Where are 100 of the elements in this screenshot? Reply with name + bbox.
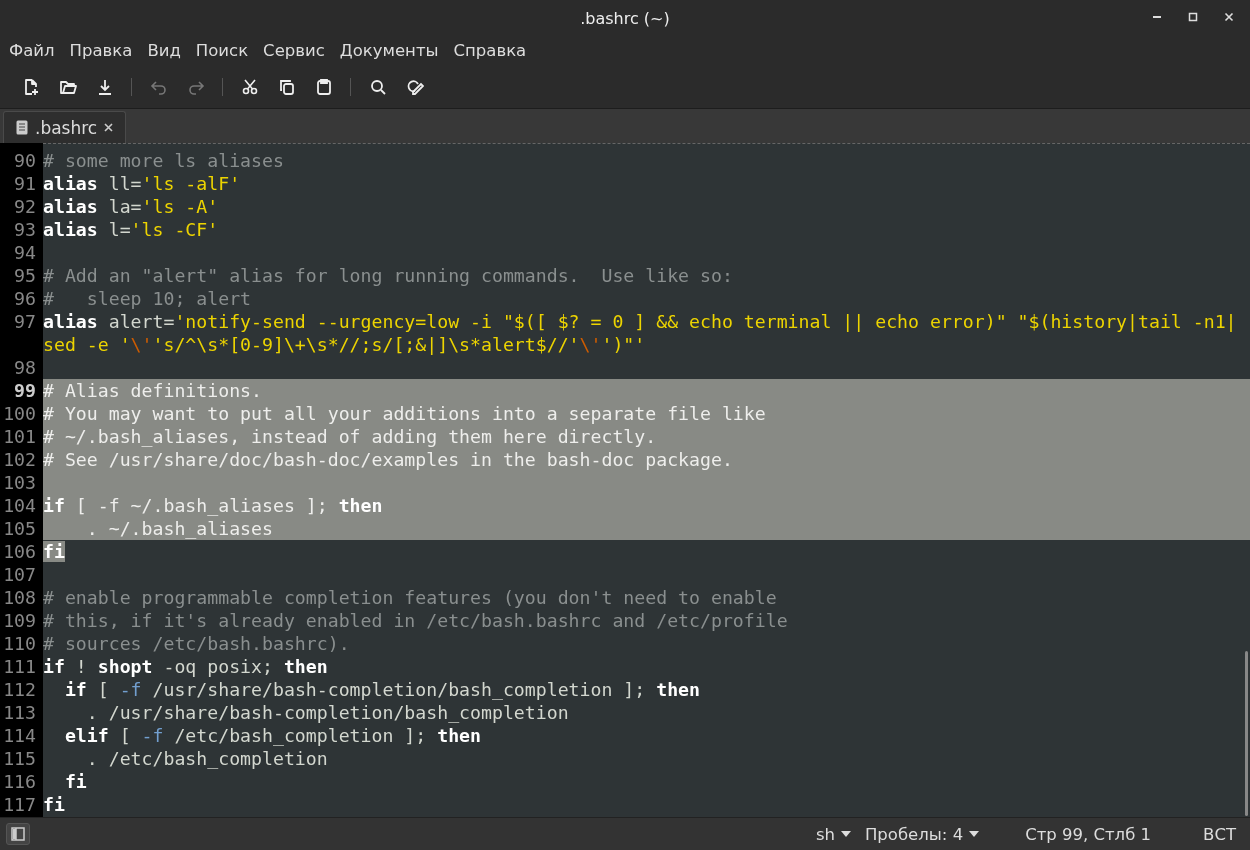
insert-mode[interactable]: ВСТ [1203,824,1236,844]
line-number: 97 [13,310,37,333]
line-number: 106 [2,540,37,563]
menu-item[interactable]: Поиск [195,40,249,60]
line-number: 103 [2,471,37,494]
code-text: [ -f ~/.bash_aliases ]; [74,495,329,516]
code-text: -oq posix; [162,656,274,677]
code-comment: # ~/.bash_aliases, instead of adding them here directly. [43,426,657,447]
maximize-icon[interactable] [1188,12,1198,22]
caret-icon [840,831,851,837]
line-number: 105 [2,517,37,540]
code-text: . /etc/bash_completion [85,748,328,769]
line-number: 99 [13,379,37,402]
line-number: 111 [2,655,37,678]
code-option: -f [119,679,142,700]
code-text: . ~/.bash_aliases [85,518,273,539]
scrollbar[interactable] [1245,651,1248,816]
indent-dropdown[interactable]: Пробелы: 4 [864,824,980,844]
line-number: 94 [13,241,37,264]
search-pencil-icon[interactable] [405,78,424,96]
code-text: alert= [107,311,175,332]
code-string: 'ls -alF' [141,173,241,194]
menu-item[interactable]: Файл [9,40,55,60]
code-keyword: then [437,725,482,746]
line-number: 100 [2,402,37,425]
code-comment: # some more ls aliases [43,150,284,171]
caret-icon [969,831,980,837]
line-number: 116 [2,770,37,793]
line-number: 91 [13,172,37,195]
search-icon[interactable] [368,78,387,96]
code-text: /usr/share/bash-completion/bash_completion ]; [151,679,647,700]
line-number: 98 [13,356,37,379]
code-text: [ [96,679,110,700]
code-keyword: if [43,495,65,516]
code-comment: # See /usr/share/doc/bash-doc/examples in the bash-doc package. [43,449,733,470]
sidebar-toggle-button[interactable] [6,823,30,845]
code-text: /etc/bash_completion ]; [173,725,428,746]
code-escape: \' [579,334,602,355]
code-text: ! [74,656,88,677]
line-number: 112 [2,678,37,701]
code-keyword: fi [63,771,87,792]
code-keyword: if [63,679,87,700]
line-number: 102 [2,448,37,471]
code-comment: # Alias definitions. [43,380,262,401]
code-string: 'ls -CF' [130,219,219,240]
menu-item[interactable]: Справка [453,40,527,60]
folder-icon[interactable] [58,78,77,96]
line-number: 104 [2,494,37,517]
code-comment: # sleep 10; alert [43,288,252,309]
code-keyword: elif [63,725,109,746]
code-keyword: alias [43,173,98,194]
menu-item[interactable]: Сервис [263,40,325,60]
code-keyword: then [338,495,383,516]
code-keyword: then [283,656,328,677]
line-number: 101 [2,425,37,448]
code-comment: # sources /etc/bash.bashrc). [43,633,350,654]
code-keyword: then [656,679,701,700]
menu-item[interactable]: Вид [147,40,181,60]
line-number: 96 [13,287,37,310]
scissors-icon[interactable] [240,78,259,96]
code-escape: \' [130,334,153,355]
code-comment: # this, if it's already enabled in /etc/bash.bashrc and /etc/profile [43,610,788,631]
code-text: la= [107,196,142,217]
menu-item[interactable]: Документы [339,40,439,60]
code-keyword: alias [43,196,98,217]
code-keyword: shopt [97,656,153,677]
code-text: . /usr/share/bash-completion/bash_completion [85,702,569,723]
line-number: 113 [2,701,37,724]
code-text: [ [118,725,132,746]
code-string: 's/^\s*[0-9]\+\s*//;s/[;&|]\s*alert$//' [152,334,580,355]
line-number: 90 [13,149,37,172]
code-text: l= [107,219,131,240]
language-dropdown[interactable]: sh [815,824,851,844]
code-comment: # enable programmable completion features (you don't need to enable [43,587,777,608]
line-number: 108 [2,586,37,609]
line-number: 110 [2,632,37,655]
close-icon[interactable] [1224,12,1234,22]
menu-item[interactable]: Правка [69,40,133,60]
line-number: 95 [13,264,37,287]
code-string: ')"' [601,334,646,355]
code-string: 'notify-send --urgency=low -i "$([ $? = 0 ] && echo terminal || echo error)" "$(history|tail -n1| [174,311,1237,332]
code-string: 'ls -A' [141,196,219,217]
code-keyword: alias [43,311,98,332]
line-number: 109 [2,609,37,632]
document-tab[interactable]: .bashrc [3,111,127,143]
copy-icon[interactable] [277,78,296,96]
document-icon [16,120,28,135]
code-text: ll= [107,173,142,194]
line-number: 93 [13,218,37,241]
code-string: sed -e ' [43,334,131,355]
close-icon[interactable] [104,123,114,132]
line-number: 117 [2,793,37,816]
code-comment: # Add an "alert" alias for long running commands. Use like so: [43,265,733,286]
code-keyword: fi [43,794,65,815]
window-title: .bashrc (~) [580,7,670,28]
code-keyword: fi [43,541,65,562]
line-number: 115 [2,747,37,770]
cursor-position: Стр 99, Стлб 1 [1025,824,1152,844]
line-number: 107 [2,563,37,586]
clipboard-icon[interactable] [314,78,333,96]
